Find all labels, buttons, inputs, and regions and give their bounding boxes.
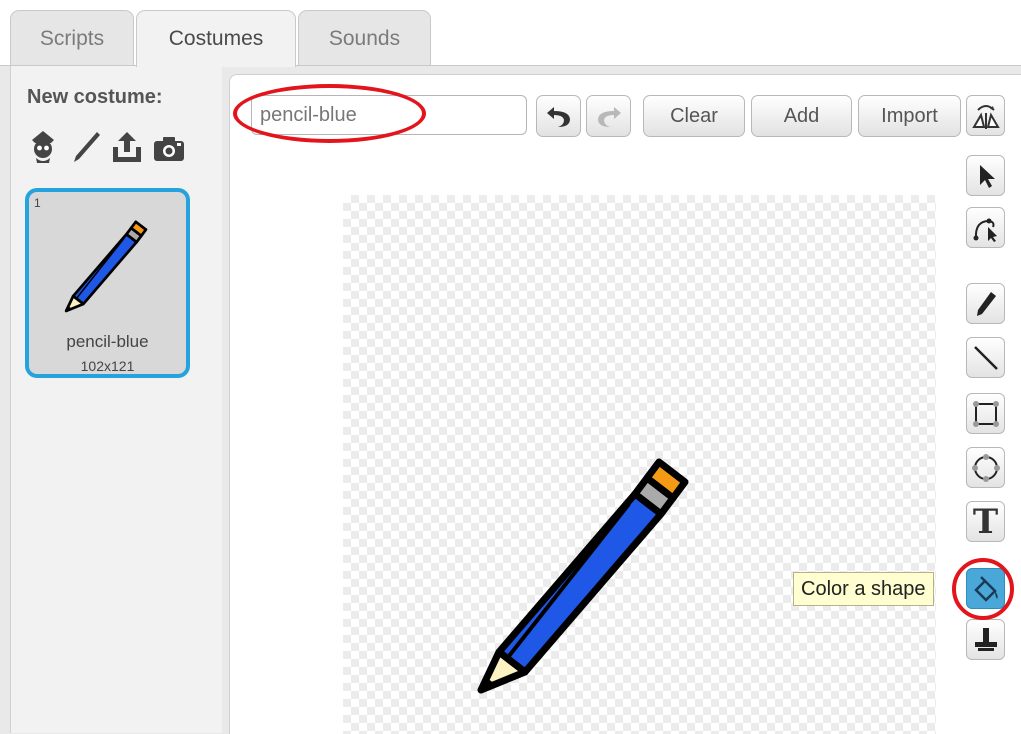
drawing-canvas[interactable]	[343, 195, 936, 734]
costume-item[interactable]: 1 pencil-blue 102x121	[25, 188, 190, 378]
undo-button[interactable]	[536, 95, 581, 137]
costume-name-input[interactable]	[251, 95, 527, 135]
flip-button[interactable]	[966, 95, 1005, 136]
tool-pencil[interactable]	[966, 283, 1005, 324]
redo-icon	[597, 107, 621, 127]
select-icon	[979, 164, 995, 188]
color-shape-icon	[973, 575, 998, 602]
text-icon: T	[972, 501, 999, 542]
costume-list-panel: New costume: 1 pencil-blue 102x121	[10, 66, 222, 733]
tool-stamp[interactable]	[966, 619, 1005, 660]
undo-icon	[546, 107, 570, 127]
tool-text[interactable]: T	[966, 501, 1005, 542]
costume-thumbnail	[64, 220, 148, 313]
tool-reshape[interactable]	[966, 207, 1005, 248]
reshape-icon	[973, 218, 997, 242]
pencil-drawing[interactable]	[473, 450, 703, 700]
paint-editor: Clear Add Import	[229, 74, 1021, 734]
tool-ellipse[interactable]	[966, 447, 1005, 488]
paint-brush-icon[interactable]	[67, 129, 103, 165]
tool-line[interactable]	[966, 337, 1005, 378]
tool-rectangle[interactable]	[966, 393, 1005, 434]
costume-size: 102x121	[80, 358, 135, 374]
add-button[interactable]: Add	[751, 95, 852, 137]
tab-sounds[interactable]: Sounds	[298, 10, 431, 66]
tab-scripts[interactable]: Scripts	[10, 10, 134, 66]
tooltip: Color a shape	[793, 572, 934, 606]
new-costume-label: New costume:	[27, 86, 163, 108]
stamp-icon	[974, 627, 997, 651]
flip-icon	[971, 104, 1000, 129]
line-icon	[973, 345, 998, 370]
costume-name: pencil-blue	[66, 332, 149, 351]
tool-select[interactable]	[966, 155, 1005, 196]
rectangle-icon	[972, 400, 999, 427]
tab-costumes[interactable]: Costumes	[136, 10, 296, 67]
costume-number: 1	[34, 196, 41, 210]
camera-icon[interactable]	[151, 129, 187, 165]
clear-button[interactable]: Clear	[643, 95, 745, 137]
sprite-library-icon[interactable]	[25, 129, 61, 165]
upload-icon[interactable]	[109, 129, 145, 165]
tool-color-shape[interactable]	[966, 568, 1005, 609]
tab-bar: Scripts Costumes Sounds	[0, 0, 1021, 67]
redo-button[interactable]	[586, 95, 631, 137]
import-button[interactable]: Import	[858, 95, 961, 137]
ellipse-icon	[971, 453, 1000, 482]
pencil-icon	[976, 291, 996, 316]
